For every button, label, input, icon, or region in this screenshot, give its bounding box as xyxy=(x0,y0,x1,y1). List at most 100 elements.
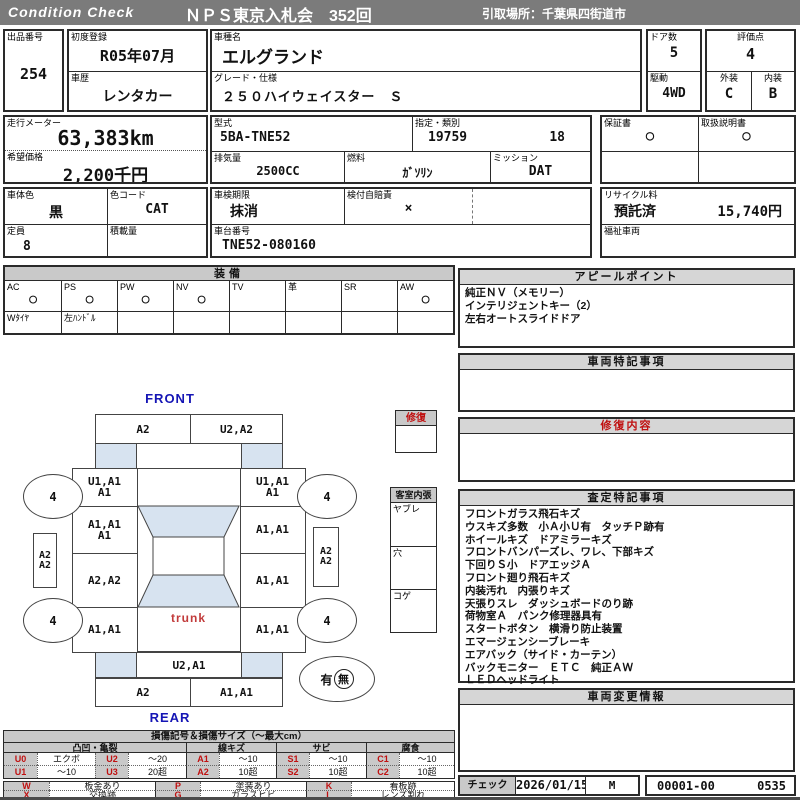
repair-details-title: 修復内容 xyxy=(460,419,793,434)
equipment-cell-ps: PS○ xyxy=(61,281,117,311)
assessment-title: 査定特記事項 xyxy=(460,491,793,506)
vehicle-notes-body xyxy=(460,370,793,374)
interior-label: 内装 xyxy=(752,73,794,83)
welfare-label: 福祉車両 xyxy=(604,226,640,236)
odometer-value: 63,383km xyxy=(5,126,206,150)
legend-symbol: A1 xyxy=(186,753,219,765)
change-info-title: 車両変更情報 xyxy=(460,690,793,705)
equipment-mark: ○ xyxy=(5,292,61,307)
check-box: チェック 2026/01/15 M xyxy=(458,775,640,796)
equipment-mark: ○ xyxy=(174,292,229,307)
equipment-label: 革 xyxy=(288,282,297,292)
legend-symbol: A2 xyxy=(186,765,219,778)
load-cell: 積載量 xyxy=(107,224,206,256)
model-label: 車種名 xyxy=(214,32,241,42)
exterior-label: 外装 xyxy=(707,73,751,83)
vehicle-notes-section: 車両特記事項 xyxy=(458,353,795,412)
price-cell: 希望価格 2,200千円 xyxy=(5,150,206,182)
legend-meaning: 看板跡 xyxy=(351,782,454,790)
equipment-extra-cell xyxy=(341,311,397,333)
legend-group-dents: 凸凹・亀裂 xyxy=(4,743,186,753)
equipment-label: NV xyxy=(176,282,189,292)
equipment-cell-ac: AC○ xyxy=(5,281,61,311)
lot-number-box: 出品番号 254 xyxy=(3,29,64,112)
class-cell: 指定・類別 19759 18 xyxy=(412,117,590,151)
equipment-extra-label: Wﾀｲﾔ xyxy=(7,313,29,323)
assessment-line: エアバック（サイド・カーテン） xyxy=(465,649,788,662)
legend-meaning: 塗装あり xyxy=(200,782,306,790)
spare-tire-oval: 有 無 xyxy=(299,656,375,702)
warranty-empty-cell xyxy=(602,151,698,182)
displacement-label: 排気量 xyxy=(214,153,241,163)
legend-size: 10超 xyxy=(219,765,276,778)
equipment-cell-pw: PW○ xyxy=(117,281,173,311)
brand-logo: Condition Check xyxy=(8,4,134,20)
doors-value: 5 xyxy=(648,45,700,61)
legend-symbol: C1 xyxy=(366,753,399,765)
class-value-2: 18 xyxy=(549,130,565,145)
recycle-cell: リサイクル料 預託済 15,740円 xyxy=(602,189,794,224)
cabin-row-tear: ヤブレ xyxy=(391,503,436,546)
exterior-cell: 外装 C xyxy=(707,71,751,110)
legend-symbol: U3 xyxy=(95,765,128,778)
legend-group-rust: サビ xyxy=(276,743,366,753)
check-label: チェック xyxy=(460,777,516,794)
assessment-line: 荷物室Ａ パンク修理器具有 xyxy=(465,610,788,623)
panel-door-right: A1,A1 xyxy=(240,506,306,554)
appeal-section: アピールポイント 純正ＮＶ（メモリー） インテリジェントキー（2） 左右オートス… xyxy=(458,268,795,348)
legend-group-scratch: 線キズ xyxy=(186,743,276,753)
history-cell: 車歴 レンタカー xyxy=(69,71,206,110)
grade-cell: グレード・仕様 ２５０ハイウェイスター Ｓ xyxy=(212,71,640,110)
rear-window-corner-left xyxy=(95,652,137,678)
drive-cell: 駆動 4WD xyxy=(648,71,700,110)
inspection-label: 車検期限 xyxy=(214,190,250,200)
panel-rear-hatch: U2,A1 xyxy=(136,652,242,678)
capacity-label: 定員 xyxy=(7,226,25,236)
equipment-label: AW xyxy=(400,282,414,292)
warranty-box: 保証書 ○ 取扱説明書 ○ xyxy=(600,115,796,184)
assessment-line: フロント廻り飛石キズ xyxy=(465,572,788,585)
score-value: 4 xyxy=(707,45,794,63)
insurance-value: × xyxy=(345,201,472,216)
body-color-cell: 車体色 黒 xyxy=(5,189,107,224)
legend-symbol: U1 xyxy=(4,765,37,778)
spare-yes-label: 有 xyxy=(320,671,332,688)
repair-details-body xyxy=(460,434,793,438)
diagram-rear-label: REAR xyxy=(120,710,220,725)
cabin-interior-title: 客室内張 xyxy=(391,488,436,503)
legend-symbol: C2 xyxy=(366,765,399,778)
type-label: 型式 xyxy=(214,118,232,128)
displacement-value: 2500CC xyxy=(212,164,344,178)
equipment-extra-cell: 左ﾊﾝﾄﾞﾙ xyxy=(61,311,117,333)
model-value: エルグランド xyxy=(222,43,640,68)
header-bar: Condition Check ＮＰＳ東京入札会 352回 引取場所：千葉県四街… xyxy=(0,0,800,25)
panel-slide-door-left: A2,A2 xyxy=(72,553,138,608)
class-value-1: 19759 xyxy=(428,130,590,145)
first-registration-label: 初度登録 xyxy=(71,32,107,42)
appeal-line: 純正ＮＶ（メモリー） xyxy=(465,287,788,300)
score-label: 評価点 xyxy=(707,32,794,42)
legend-symbol: U0 xyxy=(4,753,37,765)
transmission-cell: ミッション DAT xyxy=(490,151,590,182)
spare-no-label-circled: 無 xyxy=(334,669,354,689)
panel-front-bumper-left: A2 xyxy=(95,414,191,444)
interior-value: B xyxy=(752,86,794,102)
equipment-extra-cell xyxy=(397,311,453,333)
assessment-line: フロントバンパーズレ、ワレ、下部キズ xyxy=(465,546,788,559)
assessment-line: ホイールキズ ドアミラーキズ xyxy=(465,534,788,547)
legend-meaning: 板金あり xyxy=(49,782,155,790)
inspection-chassis-box: 車検期限 抹消 検付自賠責 × 車台番号 TNE52-080160 xyxy=(210,187,592,258)
chassis-label: 車台番号 xyxy=(214,226,250,236)
odometer-cell: 走行メーター 63,383km xyxy=(5,117,206,150)
repair-details-section: 修復内容 xyxy=(458,417,795,482)
fuel-value: ｶﾞｿﾘﾝ xyxy=(345,164,490,181)
cabin-row-label: ヤブレ xyxy=(393,504,420,514)
first-registration-cell: 初度登録 R05年07月 xyxy=(69,31,206,71)
equipment-cell-nv: NV○ xyxy=(173,281,229,311)
check-inspector: M xyxy=(586,777,638,794)
cabin-interior-box: 客室内張 ヤブレ 穴 コゲ xyxy=(390,487,437,633)
equipment-title: 装備 xyxy=(5,267,453,281)
load-label: 積載量 xyxy=(110,226,137,236)
assessment-line: 下回りＳ小 ドアエッジＡ xyxy=(465,559,788,572)
pickup-location: 引取場所：千葉県四街道市 xyxy=(482,5,626,22)
